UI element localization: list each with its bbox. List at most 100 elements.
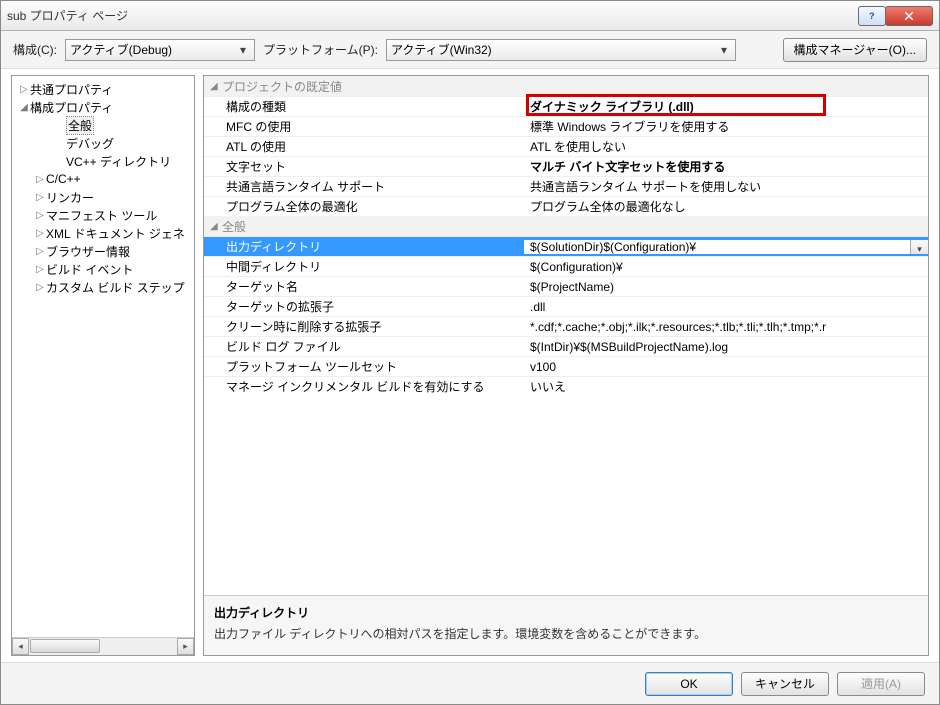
chevron-down-icon: ▾ bbox=[236, 43, 250, 57]
property-value[interactable]: 共通言語ランタイム サポートを使用しない bbox=[524, 178, 928, 195]
tree-item[interactable]: 全般 bbox=[12, 116, 194, 134]
tree-item-label: C/C++ bbox=[46, 172, 81, 186]
config-combo[interactable]: アクティブ(Debug) ▾ bbox=[65, 39, 255, 61]
property-name: マネージ インクリメンタル ビルドを有効にする bbox=[204, 378, 524, 395]
expand-icon[interactable]: ▷ bbox=[34, 174, 46, 185]
property-grid-panel: ◢プロジェクトの既定値構成の種類ダイナミック ライブラリ (.dll)MFC の… bbox=[203, 75, 929, 656]
config-manager-button[interactable]: 構成マネージャー(O)... bbox=[783, 38, 928, 62]
close-button[interactable] bbox=[885, 6, 933, 26]
tree-item[interactable]: ▷カスタム ビルド ステップ bbox=[12, 278, 194, 296]
ok-button[interactable]: OK bbox=[645, 672, 733, 696]
nav-tree[interactable]: ▷共通プロパティ◢構成プロパティ全般デバッグVC++ ディレクトリ▷C/C++▷… bbox=[12, 76, 194, 637]
config-value: アクティブ(Debug) bbox=[70, 41, 236, 58]
window-buttons: ? bbox=[859, 6, 933, 26]
dialog-footer: OK キャンセル 適用(A) bbox=[1, 662, 939, 704]
grid-category[interactable]: ◢プロジェクトの既定値 bbox=[204, 76, 928, 96]
grid-row[interactable]: 共通言語ランタイム サポート共通言語ランタイム サポートを使用しない bbox=[204, 176, 928, 196]
chevron-down-icon[interactable]: ▾ bbox=[910, 240, 928, 254]
help-button[interactable]: ? bbox=[858, 6, 886, 26]
tree-item[interactable]: ▷ブラウザー情報 bbox=[12, 242, 194, 260]
property-name: クリーン時に削除する拡張子 bbox=[204, 318, 524, 335]
category-label: 全般 bbox=[222, 218, 246, 235]
expand-icon[interactable]: ▷ bbox=[34, 210, 46, 221]
grid-row[interactable]: ターゲットの拡張子.dll bbox=[204, 296, 928, 316]
property-value[interactable]: マルチ バイト文字セットを使用する bbox=[524, 158, 928, 175]
grid-row[interactable]: 構成の種類ダイナミック ライブラリ (.dll) bbox=[204, 96, 928, 116]
help-icon: ? bbox=[866, 10, 878, 22]
property-value[interactable]: ATL を使用しない bbox=[524, 138, 928, 155]
tree-item[interactable]: ▷C/C++ bbox=[12, 170, 194, 188]
grid-row[interactable]: ATL の使用ATL を使用しない bbox=[204, 136, 928, 156]
tree-h-scrollbar[interactable]: ◂ ▸ bbox=[12, 637, 194, 655]
property-value[interactable]: v100 bbox=[524, 360, 928, 374]
tree-item[interactable]: ▷XML ドキュメント ジェネ bbox=[12, 224, 194, 242]
scroll-right-icon[interactable]: ▸ bbox=[177, 638, 194, 655]
expand-icon[interactable]: ◢ bbox=[18, 102, 30, 113]
tree-item-label: ブラウザー情報 bbox=[46, 243, 130, 260]
grid-category[interactable]: ◢全般 bbox=[204, 216, 928, 236]
property-name: 共通言語ランタイム サポート bbox=[204, 178, 524, 195]
property-value[interactable]: $(SolutionDir)$(Configuration)¥▾ bbox=[524, 240, 928, 254]
apply-button[interactable]: 適用(A) bbox=[837, 672, 925, 696]
property-name: ATL の使用 bbox=[204, 138, 524, 155]
property-value[interactable]: $(Configuration)¥ bbox=[524, 260, 928, 274]
category-label: プロジェクトの既定値 bbox=[222, 78, 342, 95]
tree-item-label: リンカー bbox=[46, 189, 94, 206]
property-name: 出力ディレクトリ bbox=[204, 238, 524, 255]
nav-tree-panel: ▷共通プロパティ◢構成プロパティ全般デバッグVC++ ディレクトリ▷C/C++▷… bbox=[11, 75, 195, 656]
tree-item[interactable]: ▷マニフェスト ツール bbox=[12, 206, 194, 224]
tree-item[interactable]: VC++ ディレクトリ bbox=[12, 152, 194, 170]
property-value[interactable]: *.cdf;*.cache;*.obj;*.ilk;*.resources;*.… bbox=[524, 320, 928, 334]
collapse-icon[interactable]: ◢ bbox=[210, 81, 222, 92]
close-icon bbox=[903, 10, 915, 22]
grid-row[interactable]: クリーン時に削除する拡張子*.cdf;*.cache;*.obj;*.ilk;*… bbox=[204, 316, 928, 336]
property-value[interactable]: ダイナミック ライブラリ (.dll) bbox=[524, 98, 928, 115]
expand-icon[interactable]: ▷ bbox=[34, 246, 46, 257]
tree-item[interactable]: ▷リンカー bbox=[12, 188, 194, 206]
grid-row[interactable]: ビルド ログ ファイル$(IntDir)¥$(MSBuildProjectNam… bbox=[204, 336, 928, 356]
property-pages-dialog: sub プロパティ ページ ? 構成(C): アクティブ(Debug) ▾ プラ… bbox=[0, 0, 940, 705]
property-name: 文字セット bbox=[204, 158, 524, 175]
tree-item-label: デバッグ bbox=[66, 135, 114, 152]
config-toolbar: 構成(C): アクティブ(Debug) ▾ プラットフォーム(P): アクティブ… bbox=[1, 31, 939, 69]
property-name: ビルド ログ ファイル bbox=[204, 338, 524, 355]
chevron-down-icon: ▾ bbox=[717, 43, 731, 57]
scroll-left-icon[interactable]: ◂ bbox=[12, 638, 29, 655]
grid-row[interactable]: ターゲット名$(ProjectName) bbox=[204, 276, 928, 296]
grid-row[interactable]: プラットフォーム ツールセットv100 bbox=[204, 356, 928, 376]
tree-item-label: XML ドキュメント ジェネ bbox=[46, 225, 185, 242]
grid-row[interactable]: 文字セットマルチ バイト文字セットを使用する bbox=[204, 156, 928, 176]
expand-icon[interactable]: ▷ bbox=[34, 228, 46, 239]
cancel-button[interactable]: キャンセル bbox=[741, 672, 829, 696]
property-value[interactable]: $(ProjectName) bbox=[524, 280, 928, 294]
grid-row[interactable]: 出力ディレクトリ$(SolutionDir)$(Configuration)¥▾ bbox=[204, 236, 928, 256]
svg-text:?: ? bbox=[869, 11, 875, 21]
property-name: 構成の種類 bbox=[204, 98, 524, 115]
grid-row[interactable]: プログラム全体の最適化プログラム全体の最適化なし bbox=[204, 196, 928, 216]
tree-item-label: カスタム ビルド ステップ bbox=[46, 279, 185, 296]
property-value[interactable]: $(IntDir)¥$(MSBuildProjectName).log bbox=[524, 340, 928, 354]
grid-row[interactable]: 中間ディレクトリ$(Configuration)¥ bbox=[204, 256, 928, 276]
collapse-icon[interactable]: ◢ bbox=[210, 221, 222, 232]
property-grid[interactable]: ◢プロジェクトの既定値構成の種類ダイナミック ライブラリ (.dll)MFC の… bbox=[204, 76, 928, 595]
tree-item[interactable]: ◢構成プロパティ bbox=[12, 98, 194, 116]
tree-item[interactable]: デバッグ bbox=[12, 134, 194, 152]
expand-icon[interactable]: ▷ bbox=[34, 282, 46, 293]
property-value[interactable]: プログラム全体の最適化なし bbox=[524, 198, 928, 215]
expand-icon[interactable]: ▷ bbox=[34, 192, 46, 203]
grid-row[interactable]: MFC の使用標準 Windows ライブラリを使用する bbox=[204, 116, 928, 136]
property-value[interactable]: 標準 Windows ライブラリを使用する bbox=[524, 118, 928, 135]
tree-item[interactable]: ▷ビルド イベント bbox=[12, 260, 194, 278]
platform-combo[interactable]: アクティブ(Win32) ▾ bbox=[386, 39, 736, 61]
property-value[interactable]: いいえ bbox=[524, 378, 928, 395]
tree-item[interactable]: ▷共通プロパティ bbox=[12, 80, 194, 98]
expand-icon[interactable]: ▷ bbox=[18, 84, 30, 95]
scroll-thumb[interactable] bbox=[30, 639, 100, 653]
property-name: プログラム全体の最適化 bbox=[204, 198, 524, 215]
expand-icon[interactable]: ▷ bbox=[34, 264, 46, 275]
property-value[interactable]: .dll bbox=[524, 300, 928, 314]
description-title: 出力ディレクトリ bbox=[214, 604, 918, 621]
property-name: ターゲット名 bbox=[204, 278, 524, 295]
grid-row[interactable]: マネージ インクリメンタル ビルドを有効にするいいえ bbox=[204, 376, 928, 396]
config-label: 構成(C): bbox=[13, 41, 57, 58]
